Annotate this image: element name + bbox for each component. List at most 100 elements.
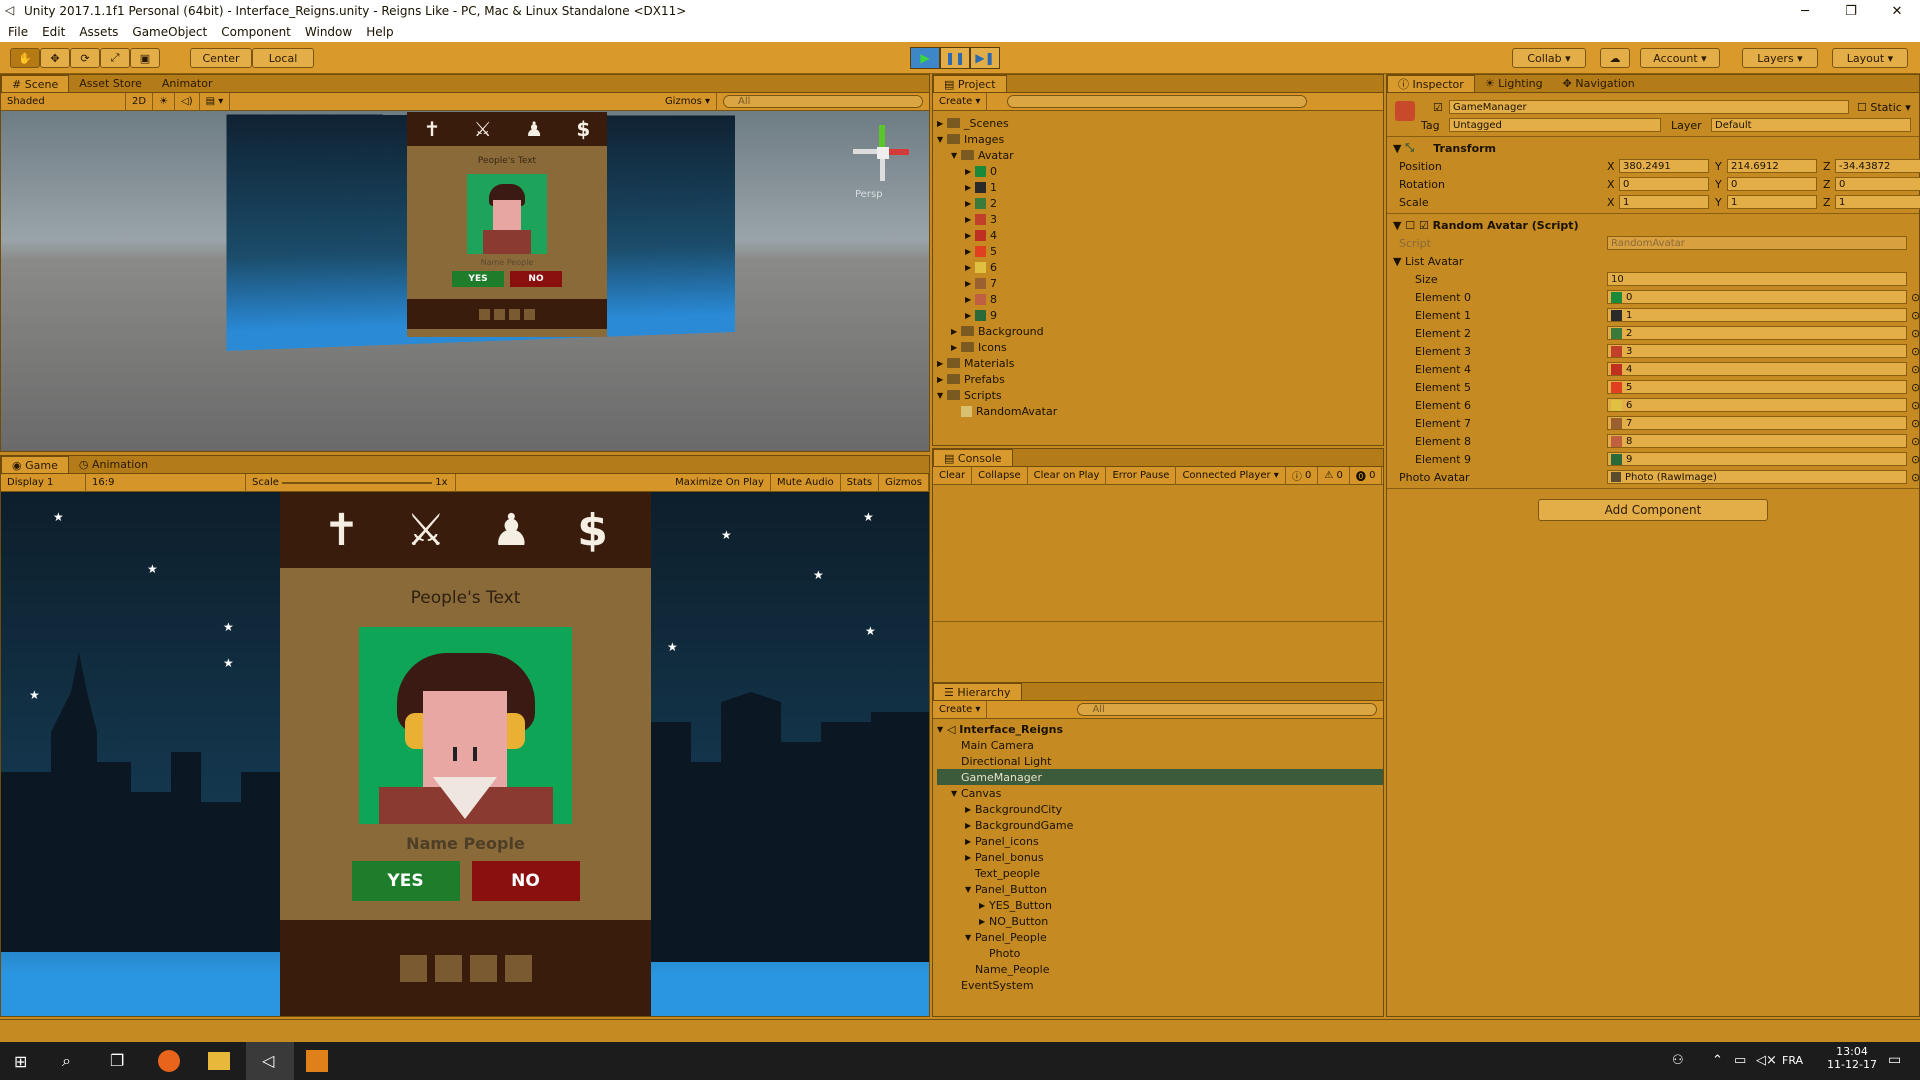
hierarchy-item[interactable]: ▶ BackgroundGame bbox=[937, 817, 1383, 833]
project-asset[interactable]: RandomAvatar bbox=[937, 403, 1383, 419]
object-picker-icon[interactable]: ⊙ bbox=[1911, 399, 1920, 412]
maximize-on-play-toggle[interactable]: Maximize On Play bbox=[669, 473, 771, 492]
gameobject-name-field[interactable]: GameManager bbox=[1449, 100, 1849, 114]
console-info-count[interactable]: ⓘ 0 bbox=[1286, 466, 1319, 485]
tab-project[interactable]: ▤ Project bbox=[933, 75, 1007, 92]
project-asset[interactable]: ▶ 0 bbox=[937, 163, 1383, 179]
object-picker-icon[interactable]: ⊙ bbox=[1911, 363, 1920, 376]
object-picker-icon[interactable]: ⊙ bbox=[1911, 417, 1920, 430]
rotation-y[interactable]: 0 bbox=[1727, 177, 1817, 191]
project-asset[interactable]: ▶ 7 bbox=[937, 275, 1383, 291]
hierarchy-item[interactable]: ▶ Panel_icons bbox=[937, 833, 1383, 849]
transform-header[interactable]: ▼ ⤡ Transform bbox=[1393, 139, 1913, 157]
hierarchy-item[interactable]: ▼ Panel_People bbox=[937, 929, 1383, 945]
mute-audio-toggle[interactable]: Mute Audio bbox=[771, 473, 841, 492]
project-folder[interactable]: ▶ Materials bbox=[937, 355, 1383, 371]
layer-dropdown[interactable]: Default bbox=[1711, 118, 1911, 132]
file-explorer-icon[interactable] bbox=[208, 1052, 230, 1070]
hierarchy-item[interactable]: EventSystem bbox=[937, 977, 1383, 993]
hierarchy-scene-root[interactable]: ▼ ◁ Interface_Reigns bbox=[937, 721, 1383, 737]
pause-button[interactable]: ❚❚ bbox=[940, 47, 970, 69]
cloud-icon[interactable]: ☁ bbox=[1600, 48, 1630, 68]
add-component-button[interactable]: Add Component bbox=[1538, 499, 1768, 521]
size-field[interactable]: 10 bbox=[1607, 272, 1907, 286]
move-tool-icon[interactable]: ✥ bbox=[40, 48, 70, 68]
position-z[interactable]: -34.43872 bbox=[1835, 159, 1920, 173]
language-indicator[interactable]: FRA bbox=[1782, 1054, 1803, 1067]
scene-gizmo-axes[interactable] bbox=[847, 119, 917, 189]
unity-taskbar-item[interactable]: ◁ bbox=[246, 1042, 294, 1080]
element-field[interactable]: 1 bbox=[1607, 308, 1907, 322]
pivot-center-button[interactable]: Center bbox=[190, 48, 252, 68]
yes-button[interactable]: YES bbox=[351, 861, 460, 901]
tray-chevron-icon[interactable]: ⌃ bbox=[1712, 1053, 1723, 1068]
element-field[interactable]: 2 bbox=[1607, 326, 1907, 340]
tag-dropdown[interactable]: Untagged bbox=[1449, 118, 1661, 132]
object-picker-icon[interactable]: ⊙ bbox=[1911, 309, 1920, 322]
close-button[interactable]: ✕ bbox=[1874, 0, 1920, 22]
hierarchy-item[interactable]: Text_people bbox=[937, 865, 1383, 881]
object-picker-icon[interactable]: ⊙ bbox=[1911, 345, 1920, 358]
hierarchy-item[interactable]: ▶ BackgroundCity bbox=[937, 801, 1383, 817]
minimize-button[interactable]: ─ bbox=[1782, 0, 1828, 22]
account-button[interactable]: Account ▾ bbox=[1640, 48, 1720, 68]
tab-lighting[interactable]: ☀ Lighting bbox=[1475, 75, 1553, 92]
object-picker-icon[interactable]: ⊙ bbox=[1911, 327, 1920, 340]
object-picker-icon[interactable]: ⊙ bbox=[1911, 435, 1920, 448]
rotation-z[interactable]: 0 bbox=[1835, 177, 1920, 191]
sublime-text-icon[interactable] bbox=[306, 1050, 328, 1072]
menu-help[interactable]: Help bbox=[366, 25, 393, 39]
object-picker-icon[interactable]: ⊙ bbox=[1911, 453, 1920, 466]
scale-slider[interactable]: Scale 1x bbox=[246, 473, 456, 492]
layout-button[interactable]: Layout ▾ bbox=[1832, 48, 1908, 68]
tab-navigation[interactable]: ✥ Navigation bbox=[1553, 75, 1645, 92]
play-button[interactable]: ▶ bbox=[910, 47, 940, 69]
rotation-x[interactable]: 0 bbox=[1619, 177, 1709, 191]
aspect-dropdown[interactable]: 16:9 bbox=[86, 473, 246, 492]
project-asset[interactable]: ▶ 9 bbox=[937, 307, 1383, 323]
hierarchy-item[interactable]: Name_People bbox=[937, 961, 1383, 977]
scale-z[interactable]: 1 bbox=[1835, 195, 1920, 209]
notifications-icon[interactable]: ▭ bbox=[1888, 1052, 1901, 1068]
rotate-tool-icon[interactable]: ⟳ bbox=[70, 48, 100, 68]
list-avatar-foldout[interactable]: ▼ List Avatar bbox=[1393, 252, 1913, 270]
photo-avatar-picker-icon[interactable]: ⊙ bbox=[1911, 471, 1920, 484]
step-button[interactable]: ▶❚ bbox=[970, 47, 1000, 69]
project-search[interactable] bbox=[1007, 95, 1308, 108]
menu-gameobject[interactable]: GameObject bbox=[132, 25, 207, 39]
project-folder[interactable]: ▶ _Scenes bbox=[937, 115, 1383, 131]
volume-icon[interactable]: ◁× bbox=[1756, 1053, 1777, 1068]
element-field[interactable]: 5 bbox=[1607, 380, 1907, 394]
windows-start-icon[interactable]: ⊞ bbox=[14, 1052, 27, 1071]
element-field[interactable]: 0 bbox=[1607, 290, 1907, 304]
tab-animation[interactable]: ◷ Animation bbox=[69, 456, 158, 473]
menu-assets[interactable]: Assets bbox=[79, 25, 118, 39]
people-icon[interactable]: ⚇ bbox=[1672, 1053, 1684, 1068]
hierarchy-search[interactable]: All bbox=[1077, 703, 1378, 716]
stats-toggle[interactable]: Stats bbox=[841, 473, 880, 492]
tab-animator[interactable]: Animator bbox=[152, 75, 223, 92]
console-warning-count[interactable]: ⚠ 0 bbox=[1318, 466, 1350, 485]
element-field[interactable]: 8 bbox=[1607, 434, 1907, 448]
console-collapse-button[interactable]: Collapse bbox=[972, 466, 1028, 485]
hierarchy-item[interactable]: ▼ Panel_Button bbox=[937, 881, 1383, 897]
collab-button[interactable]: Collab ▾ bbox=[1512, 48, 1586, 68]
hierarchy-item[interactable]: ▼ Canvas bbox=[937, 785, 1383, 801]
project-folder[interactable]: ▶ Prefabs bbox=[937, 371, 1383, 387]
scale-tool-icon[interactable]: ⤢ bbox=[100, 48, 130, 68]
game-gizmos-toggle[interactable]: Gizmos bbox=[879, 473, 929, 492]
console-connected-player-button[interactable]: Connected Player ▾ bbox=[1176, 466, 1286, 485]
hierarchy-item[interactable]: Directional Light bbox=[937, 753, 1383, 769]
game-viewport[interactable]: ★ ★ ★ ★ ★ ★ ★ ★ ★ ★ ✝ ⚔ ♟ $ People's Text bbox=[1, 492, 929, 1016]
display-dropdown[interactable]: Display 1 bbox=[1, 473, 86, 492]
project-folder[interactable]: ▶ Background bbox=[937, 323, 1383, 339]
object-picker-icon[interactable]: ⊙ bbox=[1911, 381, 1920, 394]
hierarchy-item[interactable]: ▶ YES_Button bbox=[937, 897, 1383, 913]
scale-x[interactable]: 1 bbox=[1619, 195, 1709, 209]
element-field[interactable]: 9 bbox=[1607, 452, 1907, 466]
scene-search[interactable]: All bbox=[723, 95, 923, 108]
search-icon[interactable]: ⌕ bbox=[62, 1051, 71, 1071]
project-asset[interactable]: ▶ 3 bbox=[937, 211, 1383, 227]
maximize-button[interactable]: ❐ bbox=[1828, 0, 1874, 22]
project-create-button[interactable]: Create ▾ bbox=[933, 92, 988, 111]
